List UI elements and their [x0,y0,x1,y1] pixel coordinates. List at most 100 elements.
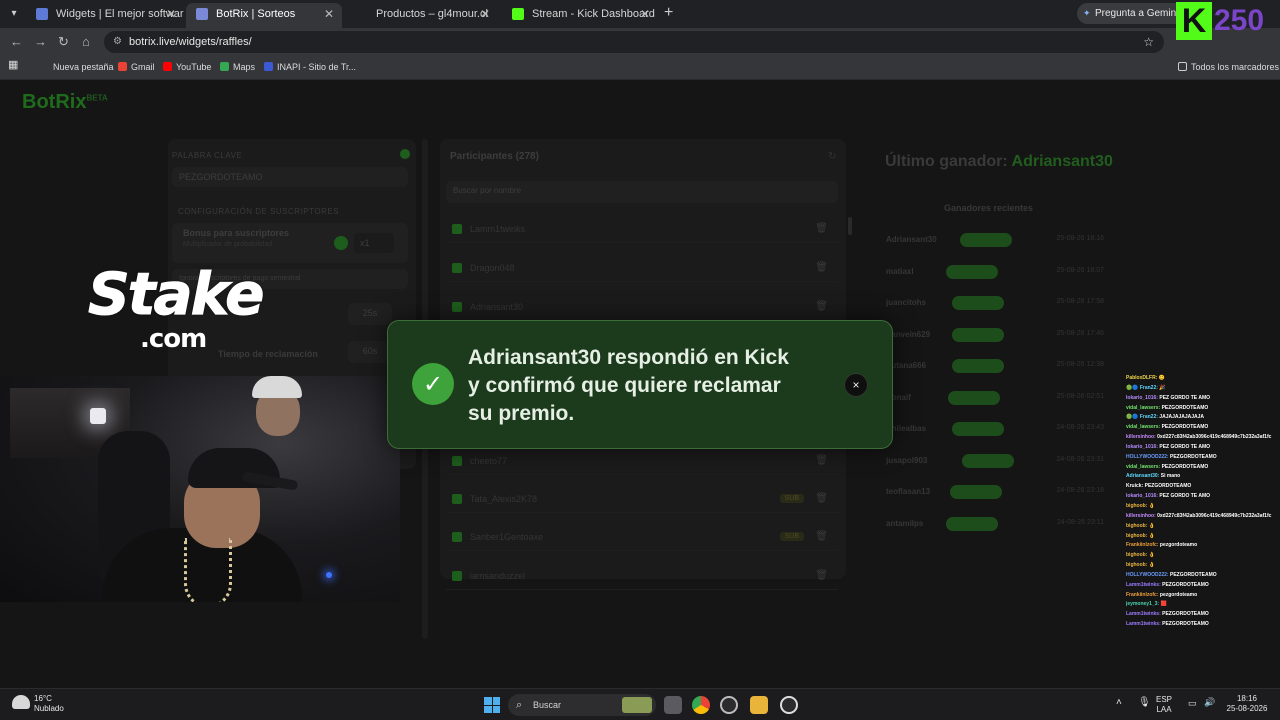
chat-message: bighoob: 👌 [1126,502,1280,512]
checkbox-icon[interactable] [452,263,462,273]
tab-label: BotRix | Sorteos [216,8,296,20]
checkbox-icon[interactable] [452,532,462,542]
tab-productos[interactable]: Productos – gl4mour.cl ✕ [346,3,498,25]
participant-search-input[interactable]: Buscar por nombre [446,181,838,203]
bookmark-maps[interactable]: Maps [220,61,255,73]
tab-kick-dashboard[interactable]: Stream - Kick Dashboard ✕ [502,3,658,25]
clock[interactable]: 18:16 25-08-2026 [1222,694,1272,714]
checkbox-icon[interactable] [452,571,462,581]
participant-name: Adriansant30 [470,302,524,312]
toast-close-button[interactable]: × [844,373,868,397]
chat-username: Lamm1twinks: [1126,621,1161,628]
bonus-toggle[interactable] [334,236,348,250]
checkbox-icon[interactable] [452,224,462,234]
refresh-icon[interactable]: ↻ [828,151,836,162]
weather-widget[interactable]: 16°C Nublado [34,694,64,714]
chat-text: PEZGORDOTEAMO [1161,404,1209,411]
trash-icon[interactable]: 🗑 [815,531,828,542]
chrome-icon[interactable] [692,696,710,714]
timer-input[interactable]: 25s [348,303,392,325]
winner-name: matiaxl [886,266,914,276]
close-tab-icon[interactable]: ✕ [166,3,176,25]
close-tab-icon[interactable]: ✕ [480,3,490,25]
chat-text: PEZ GORDO TE AMO [1159,493,1211,500]
weather-text: Nublado [34,704,64,713]
trash-icon[interactable]: 🗑 [815,223,828,234]
participant-row[interactable]: cheeto77 🗑 [446,449,838,475]
chat-message: bighoob: 👌 [1126,551,1280,561]
botrix-logo: BotRixBETA [22,91,108,113]
chat-text: 👌 [1148,552,1156,559]
language-indicator[interactable]: ESP LAA [1156,695,1172,715]
file-explorer-icon[interactable] [750,696,768,714]
bookmark-inapi[interactable]: INAPI - Sitio de Tr... [264,61,356,73]
back-arrow-icon[interactable]: ← [10,34,23,50]
reload-icon[interactable]: ↻ [58,34,69,50]
checkbox-icon[interactable] [452,494,462,504]
claim-time-input[interactable]: 60s [348,341,392,363]
winner-row: juancitohs 25-08-26 17:58 [886,292,1104,316]
winner-name: jusapol903 [886,455,928,465]
media-player-icon[interactable] [780,696,798,714]
participant-row[interactable]: Lamm1twinks 🗑 [446,217,838,243]
checkbox-icon[interactable] [452,302,462,312]
show-hidden-icons-chevron[interactable]: ˄ [1116,698,1122,708]
chat-username: Frankiinlzofc: [1126,542,1159,549]
chat-username: lokario_1016: [1126,493,1158,500]
search-label: Buscar [533,700,562,710]
participant-row[interactable]: Tata_Alexis2K78 SUB 🗑 [446,487,838,513]
chat-message: killersinhoo: 0xd227c83f42ab3096c419c468… [1126,512,1280,522]
site-info-icon[interactable]: ⚙ [113,31,122,53]
forward-arrow-icon[interactable]: → [34,34,47,50]
participant-row[interactable]: Dragon048 🗑 [446,256,838,282]
participant-row[interactable]: iamsanduzzel 🗑 [446,564,838,590]
app-icon[interactable] [720,696,738,714]
trash-icon[interactable]: 🗑 [815,262,828,273]
taskbar-search[interactable]: ⌕ Buscar [508,694,656,716]
bookmark-star-icon[interactable]: ☆ [1143,31,1154,53]
home-icon[interactable]: ⌂ [82,34,90,50]
checkbox-icon[interactable] [452,456,462,466]
status-dot-icon [400,149,410,159]
trash-icon[interactable]: 🗑 [815,493,828,504]
cloud-weather-icon[interactable] [12,695,30,709]
trash-icon[interactable]: 🗑 [815,455,828,466]
microphone-icon[interactable]: 🎙 [1138,698,1151,708]
tab-widgets[interactable]: Widgets | El mejor software par ✕ [26,3,184,25]
stake-logo-word: Stake [87,260,264,328]
chat-message: vidal_lawsers: PEZGORDOTEAMO [1126,423,1280,433]
tab-botrix-sorteos[interactable]: BotRix | Sorteos ✕ [186,3,342,28]
task-view-icon[interactable] [664,696,682,714]
keyword-input[interactable]: PEZGORDOTEAMO [172,167,408,187]
participant-scrollbar[interactable] [848,217,852,235]
gemini-button[interactable]: Pregunta a Gemini [1077,3,1189,24]
new-tab-plus-icon[interactable]: + [664,3,673,23]
bonus-multiplier-select[interactable]: x1 [354,233,394,253]
chat-message: bighoob: 👌 [1126,532,1280,542]
chat-username: killersinhoo: [1126,434,1156,441]
participant-row[interactable]: Sanber1Gentoaxe SUB 🗑 [446,525,838,551]
bookmark-gmail[interactable]: Gmail [118,61,155,73]
apps-grid-icon[interactable]: ▦ [8,59,18,71]
participant-name: Lamm1twinks [470,224,526,234]
trash-icon[interactable]: 🗑 [815,301,828,312]
chat-text: PEZGORDOTEAMO [1161,463,1209,470]
close-tab-icon[interactable]: ✕ [640,3,650,25]
address-bar[interactable]: ⚙ botrix.live/widgets/raffles/ ☆ [104,31,1164,53]
bookmark-youtube[interactable]: YouTube [163,61,211,73]
windows-start-icon[interactable] [484,697,500,713]
network-icon[interactable]: ▭ [1188,698,1197,708]
all-bookmarks-folder[interactable]: Todos los marcadores [1178,61,1279,73]
trash-icon[interactable]: 🗑 [815,570,828,581]
participant-row[interactable]: Adriansant30 🗑 [446,295,838,321]
chat-username: vidal_lawsers: [1126,463,1161,470]
bookmark-nueva-pestana[interactable]: Nueva pestaña [53,61,114,73]
tab-search-chevron-icon[interactable]: ▾ [6,6,22,22]
close-tab-icon[interactable]: ✕ [324,3,334,25]
chat-text: 0xd227c83f42ab3096c419c468949c7b232a3af1… [1157,434,1272,441]
sub-badge: SUB [779,494,804,503]
chat-message: lokario_1016: PEZ GORDO TE AMO [1126,394,1280,404]
volume-icon[interactable]: 🔊 [1204,697,1215,707]
winner-name: juancitohs [886,298,927,307]
botrix-favicon-icon [36,8,48,20]
